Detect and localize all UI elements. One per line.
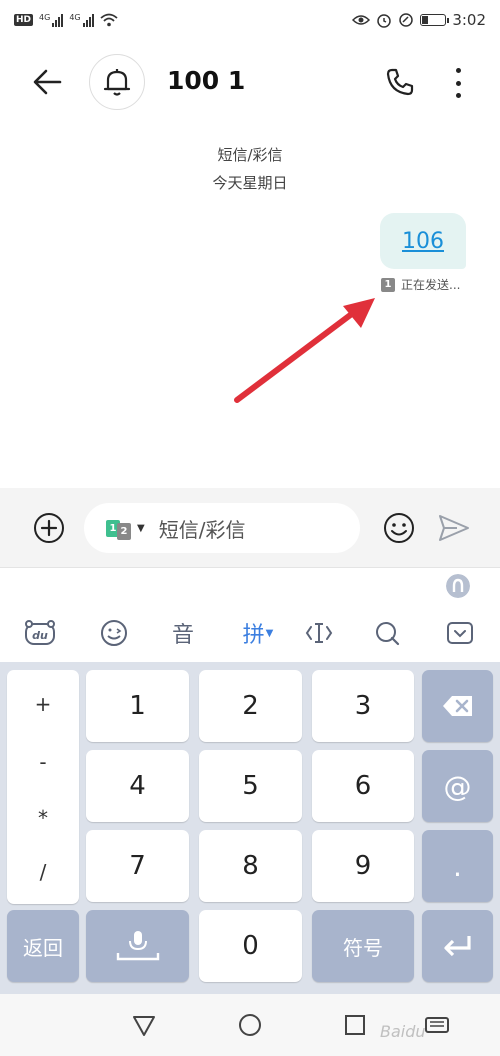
message-link[interactable]: 106: [402, 229, 444, 254]
chevron-down-icon: ▼: [265, 627, 274, 639]
dot-key[interactable]: .: [422, 830, 493, 902]
composer-bar: 1 2 ▼ 短信/彩信: [0, 488, 500, 568]
voice-input-tab[interactable]: 音: [168, 618, 198, 648]
svg-text:du: du: [32, 629, 48, 642]
key-2[interactable]: 2: [199, 670, 302, 742]
battery-icon: [420, 14, 450, 26]
du-logo-icon[interactable]: du: [22, 618, 58, 648]
emoji-icon[interactable]: [383, 512, 415, 544]
cursor-edit-icon[interactable]: [302, 618, 336, 648]
symbol-column[interactable]: + - * /: [7, 670, 79, 904]
space-mic-key[interactable]: [86, 910, 189, 982]
enter-key[interactable]: [422, 910, 493, 982]
key-6[interactable]: 6: [312, 750, 414, 822]
message-placeholder: 短信/彩信: [158, 517, 246, 542]
sim-switch[interactable]: 1 2 ▼: [106, 517, 145, 540]
contact-title: 100 1: [167, 66, 246, 95]
symbol-key-star[interactable]: *: [7, 806, 79, 830]
sim2-signal-icon: 4G: [69, 13, 94, 27]
nav-recents-icon[interactable]: [342, 1012, 368, 1038]
pinyin-tab[interactable]: 拼 ▼: [236, 618, 280, 648]
enter-icon: [443, 936, 471, 957]
keyboard-candidate-bar: [0, 568, 500, 604]
back-arrow-icon[interactable]: [30, 64, 66, 100]
eye-comfort-icon: [352, 15, 371, 25]
bell-icon: [103, 69, 131, 96]
key-8[interactable]: 8: [199, 830, 302, 902]
backspace-key[interactable]: [422, 670, 493, 742]
key-0[interactable]: 0: [199, 910, 302, 982]
message-bubble[interactable]: 106: [380, 213, 466, 269]
back-key[interactable]: 返回: [7, 910, 79, 982]
pinyin-label: 拼: [242, 623, 265, 648]
nav-home-icon[interactable]: [237, 1012, 263, 1038]
contact-avatar[interactable]: [89, 54, 145, 110]
annotation-arrow: [234, 298, 375, 403]
hide-keyboard-icon[interactable]: [444, 618, 476, 648]
chevron-down-icon: ▼: [137, 522, 145, 534]
watermark: Baidu: [380, 1022, 426, 1041]
date-label: 今天星期日: [212, 174, 288, 192]
numeric-keypad: + - * / 1 2 3 4 5 6 @ 7 8 9 . 返回 0 符号: [0, 662, 500, 994]
symbol-key-slash[interactable]: /: [7, 860, 79, 884]
nav-back-icon[interactable]: [131, 1012, 157, 1038]
send-icon[interactable]: [437, 513, 471, 543]
clock: 3:02: [452, 11, 486, 29]
nav-keyboard-icon[interactable]: [424, 1012, 450, 1038]
status-bar: HD 4G 4G 3:02: [0, 0, 500, 40]
key-5[interactable]: 5: [199, 750, 302, 822]
backspace-icon: [442, 696, 472, 716]
keyboard-toolbar: du 音 拼 ▼: [0, 604, 500, 662]
attach-plus-icon[interactable]: [33, 512, 65, 544]
key-4[interactable]: 4: [86, 750, 189, 822]
symbol-key-plus[interactable]: +: [7, 692, 79, 716]
channel-label: 短信/彩信: [217, 146, 283, 164]
data-saver-icon: [399, 13, 414, 27]
key-7[interactable]: 7: [86, 830, 189, 902]
symbol-key-minus[interactable]: -: [7, 750, 79, 774]
hd-badge: HD: [14, 14, 34, 26]
message-status-text: 正在发送...: [401, 278, 461, 292]
more-options-icon[interactable]: [448, 68, 468, 98]
assistant-icon[interactable]: [446, 574, 470, 598]
sim2-icon: 2: [117, 522, 131, 540]
key-1[interactable]: 1: [86, 670, 189, 742]
phone-call-icon[interactable]: [384, 66, 416, 98]
key-9[interactable]: 9: [312, 830, 414, 902]
message-input[interactable]: 1 2 ▼ 短信/彩信: [84, 503, 360, 553]
emoji-panel-icon[interactable]: [98, 618, 130, 648]
alarm-icon: [377, 14, 392, 28]
symbols-key[interactable]: 符号: [312, 910, 414, 982]
key-3[interactable]: 3: [312, 670, 414, 742]
microphone-icon: [116, 931, 159, 961]
wifi-icon: [100, 13, 118, 27]
at-key[interactable]: @: [422, 750, 493, 822]
search-icon[interactable]: [372, 618, 402, 648]
conversation-header: 100 1: [0, 40, 500, 122]
sim1-signal-icon: 4G: [39, 13, 64, 27]
message-status: 1 正在发送...: [381, 276, 460, 293]
